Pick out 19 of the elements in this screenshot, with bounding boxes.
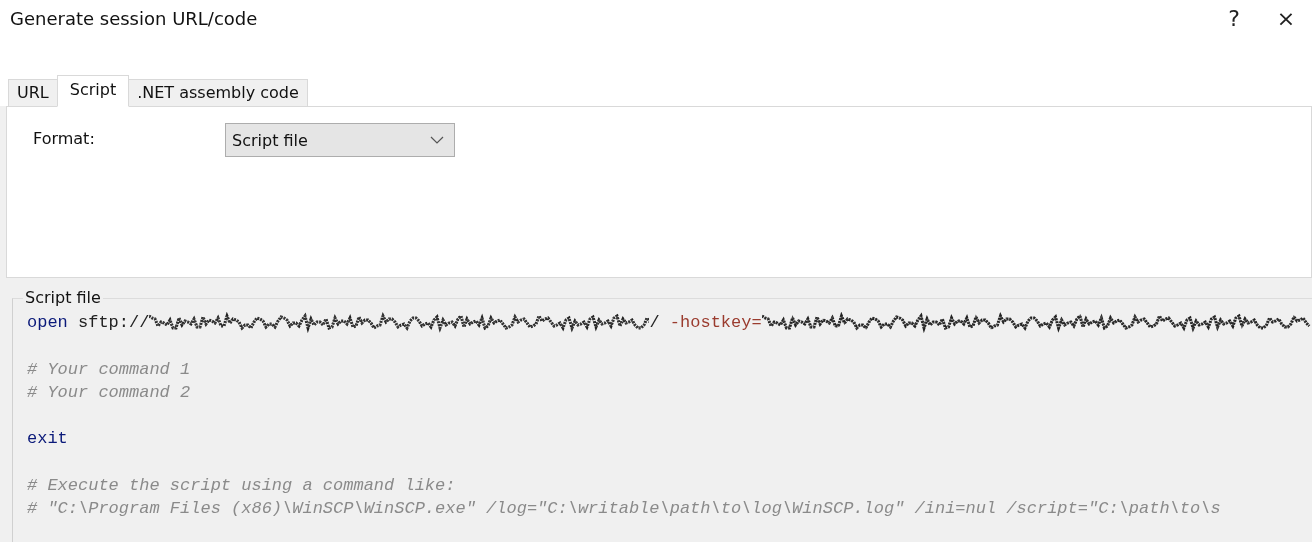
format-dropdown[interactable]: Script file: [225, 123, 455, 157]
code-comment: # Your command 2: [27, 381, 191, 404]
chevron-down-icon: [430, 136, 444, 144]
code-option: -hostkey=: [669, 311, 762, 335]
code-comment: # Your command 1: [27, 358, 191, 381]
code-keyword: open: [27, 312, 68, 334]
code-comment: # "C:\Program Files (x86)\WinSCP\WinSCP.exe" /log="C:\writable\path\to\log\WinSCP.log" /ini=nul /script="C:\path\to\s: [27, 498, 1221, 521]
close-button[interactable]: ×: [1260, 0, 1312, 36]
code-text: sftp://: [77, 312, 150, 334]
window-title: Generate session URL/code: [10, 7, 259, 29]
format-label: Format:: [33, 128, 96, 148]
tab[interactable]: URL: [8, 79, 58, 107]
code-comment: # Execute the script using a command like:: [27, 475, 456, 498]
help-button[interactable]: ?: [1208, 0, 1260, 36]
code-text: /: [649, 312, 661, 334]
code-keyword: exit: [27, 428, 68, 451]
tab[interactable]: .NET assembly code: [128, 79, 308, 107]
tab[interactable]: Script: [56, 75, 130, 107]
group-title: Script file: [23, 288, 103, 307]
